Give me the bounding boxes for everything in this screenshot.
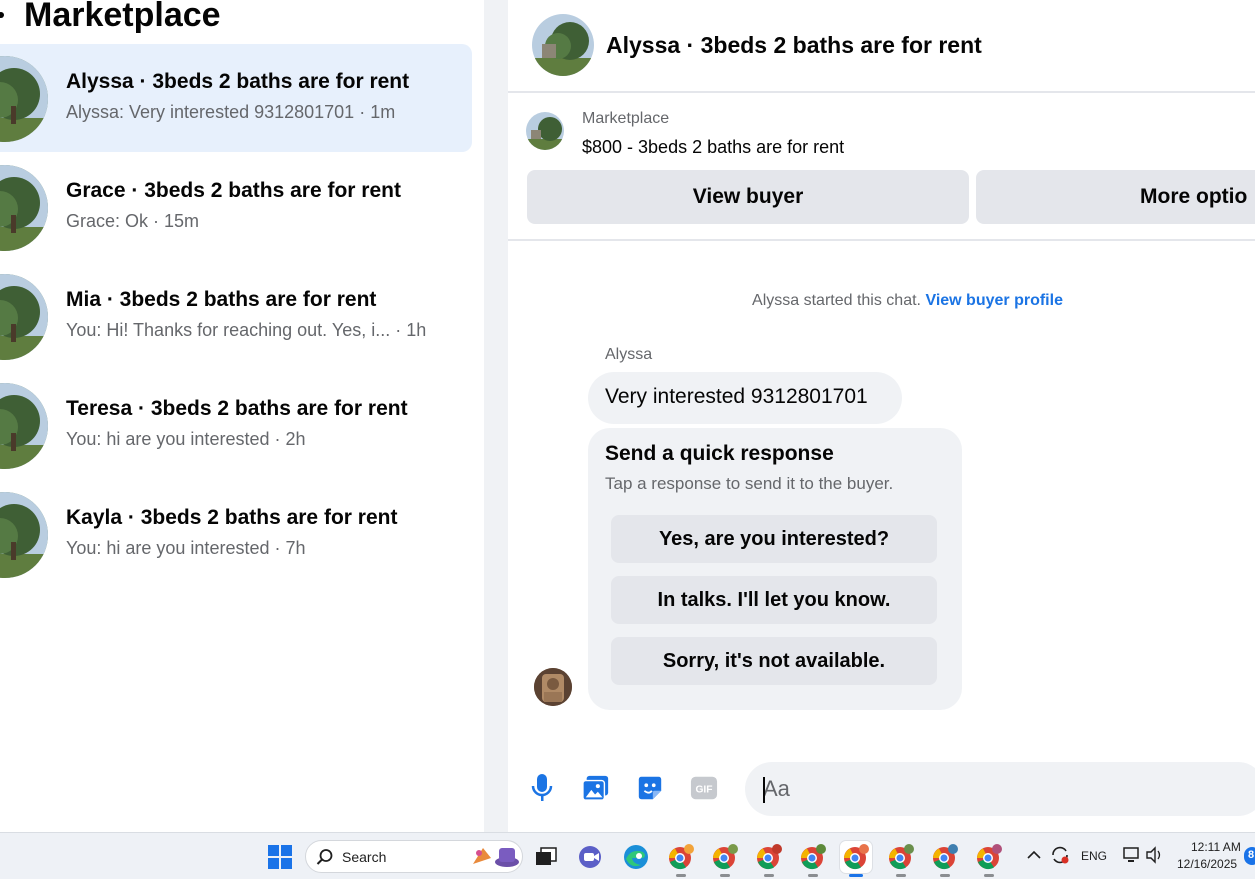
chrome-profile-7-icon[interactable] xyxy=(929,841,961,877)
conversation-title: Kayla · 3beds 2 baths are for rent xyxy=(66,506,398,529)
avatar[interactable] xyxy=(532,14,594,76)
teams-meet-icon[interactable] xyxy=(575,841,607,873)
chrome-profile-4-icon[interactable] xyxy=(797,841,829,877)
photo-icon[interactable] xyxy=(582,773,610,803)
chrome-profile-5-icon[interactable] xyxy=(840,841,872,877)
windows-start-icon[interactable] xyxy=(268,845,292,869)
conversation-list-panel: Marketplace Alyssa · 3beds 2 baths are f… xyxy=(0,0,484,832)
chrome-profile-3-icon[interactable] xyxy=(753,841,785,877)
chat-started-notice: Alyssa started this chat. View buyer pro… xyxy=(508,292,1255,310)
conversation-preview: You: Hi! Thanks for reaching out. Yes, i… xyxy=(66,320,427,340)
search-label: Search xyxy=(342,849,387,865)
conversation-title: Teresa · 3beds 2 baths are for rent xyxy=(66,397,408,420)
avatar xyxy=(0,165,48,251)
listing-thumbnail[interactable] xyxy=(526,112,564,150)
chat-started-text: Alyssa started this chat. xyxy=(752,292,926,309)
conversation-title: Alyssa · 3beds 2 baths are for rent xyxy=(66,70,410,93)
svg-text:GIF: GIF xyxy=(695,785,712,796)
text-caret xyxy=(763,777,765,803)
conversation-item-grace[interactable]: Grace · 3beds 2 baths are for rent Grace… xyxy=(0,153,472,261)
search-highlight-icon xyxy=(473,848,519,867)
task-view-icon[interactable] xyxy=(530,841,562,873)
clock-date[interactable]: 12/16/2025 xyxy=(1177,857,1237,871)
back-dot-icon[interactable] xyxy=(0,12,4,18)
quick-response-card: Send a quick response Tap a response to … xyxy=(588,428,962,710)
conversation-item-kayla[interactable]: Kayla · 3beds 2 baths are for rent You: … xyxy=(0,480,472,588)
avatar xyxy=(0,492,48,578)
message-input[interactable] xyxy=(745,762,1255,816)
taskbar-search-box[interactable]: Search xyxy=(305,840,523,873)
windows-taskbar: Search ENG 12:11 AM 12/16/2025 8 xyxy=(0,832,1255,879)
quick-response-subtitle: Tap a response to send it to the buyer. xyxy=(605,474,894,493)
chrome-profile-1-icon[interactable] xyxy=(665,841,697,877)
listing-price[interactable]: $800 - 3beds 2 baths are for rent xyxy=(582,137,844,158)
conversation-preview: Alyssa: Very interested 9312801701 · 1m xyxy=(66,102,396,122)
quick-response-not-available-button[interactable]: Sorry, it's not available. xyxy=(611,637,937,685)
chrome-profile-8-icon[interactable] xyxy=(973,841,1005,877)
more-options-button[interactable]: More optio xyxy=(976,170,1255,224)
avatar xyxy=(0,383,48,469)
message-bubble[interactable]: Very interested 9312801701 xyxy=(588,372,902,424)
conversation-preview: Grace: Ok · 15m xyxy=(66,211,200,231)
conversation-item-mia[interactable]: Mia · 3beds 2 baths are for rent You: Hi… xyxy=(0,262,472,370)
view-buyer-profile-link[interactable]: View buyer profile xyxy=(925,292,1063,309)
language-indicator[interactable]: ENG xyxy=(1081,849,1107,863)
network-icon[interactable] xyxy=(1122,846,1142,869)
sender-name: Alyssa xyxy=(605,346,653,363)
avatar xyxy=(0,274,48,360)
volume-icon[interactable] xyxy=(1145,846,1165,869)
sticker-icon[interactable] xyxy=(636,773,664,803)
listing-bar: Marketplace $800 - 3beds 2 baths are for… xyxy=(508,95,1255,241)
microphone-icon[interactable] xyxy=(528,773,556,803)
gif-icon[interactable]: GIF xyxy=(690,773,718,803)
message-composer: GIF xyxy=(508,755,1255,825)
conversation-item-alyssa[interactable]: Alyssa · 3beds 2 baths are for rent Alys… xyxy=(0,44,472,152)
panel-divider xyxy=(484,0,508,832)
chevron-up-icon[interactable] xyxy=(1027,848,1041,866)
chat-title[interactable]: Alyssa · 3beds 2 baths are for rent xyxy=(606,32,982,59)
sender-avatar xyxy=(534,668,572,706)
conversation-title: Grace · 3beds 2 baths are for rent xyxy=(66,179,401,202)
quick-response-yes-button[interactable]: Yes, are you interested? xyxy=(611,515,937,563)
conversation-item-teresa[interactable]: Teresa · 3beds 2 baths are for rent You:… xyxy=(0,371,472,479)
page-title: Marketplace xyxy=(24,0,221,34)
quick-response-title: Send a quick response xyxy=(605,442,834,465)
chrome-profile-2-icon[interactable] xyxy=(709,841,741,877)
edge-browser-icon[interactable] xyxy=(620,841,652,873)
notification-badge[interactable]: 8 xyxy=(1244,847,1255,865)
conversation-title: Mia · 3beds 2 baths are for rent xyxy=(66,288,377,311)
listing-label: Marketplace xyxy=(582,110,670,127)
chrome-profile-6-icon[interactable] xyxy=(885,841,917,877)
quick-response-in-talks-button[interactable]: In talks. I'll let you know. xyxy=(611,576,937,624)
search-icon xyxy=(316,849,333,865)
view-buyer-button[interactable]: View buyer xyxy=(527,170,969,224)
conversation-preview: You: hi are you interested · 2h xyxy=(66,429,306,449)
clock-time[interactable]: 12:11 AM xyxy=(1191,840,1241,854)
conversation-preview: You: hi are you interested · 7h xyxy=(66,538,306,558)
chat-header: Alyssa · 3beds 2 baths are for rent xyxy=(508,0,1255,93)
avatar xyxy=(0,56,48,142)
chat-panel: Alyssa · 3beds 2 baths are for rent Mark… xyxy=(508,0,1255,832)
sync-icon[interactable] xyxy=(1050,845,1070,870)
